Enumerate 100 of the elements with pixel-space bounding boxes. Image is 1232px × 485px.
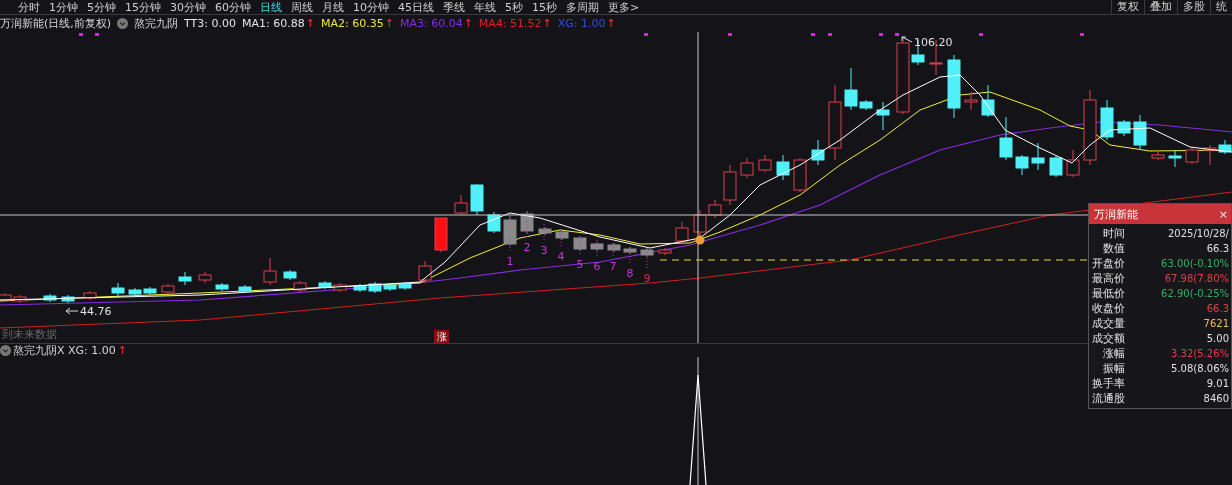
field-label: 收盘价 xyxy=(1092,301,1125,316)
period-tab[interactable]: 分时 xyxy=(18,0,40,15)
chevron-circle-icon[interactable] xyxy=(117,18,129,29)
candlestick xyxy=(640,247,654,258)
period-tab[interactable]: 15分钟 xyxy=(125,0,161,15)
field-value: 3.32(5.26% xyxy=(1170,347,1229,361)
candlestick xyxy=(13,294,27,304)
field-value: 5.08(8.06% xyxy=(1170,362,1229,376)
candlestick xyxy=(555,228,569,241)
field-label: 流通股 xyxy=(1092,391,1125,406)
candlestick xyxy=(538,226,552,236)
candlestick xyxy=(1066,149,1080,178)
field-label: 换手率 xyxy=(1092,376,1125,391)
period-tab[interactable]: 多周期 xyxy=(566,0,599,15)
candlestick xyxy=(1185,146,1199,165)
field-value: 62.90(-0.25% xyxy=(1160,287,1229,301)
candlestick xyxy=(238,284,252,294)
dotted-leader-line xyxy=(543,223,545,243)
field-label: 振幅 xyxy=(1102,361,1125,376)
chevron-circle-icon[interactable] xyxy=(0,345,11,356)
period-tab[interactable]: 更多> xyxy=(608,0,640,15)
dotted-leader-line xyxy=(526,220,528,240)
candlestick xyxy=(215,282,229,292)
field-value: 9.01 xyxy=(1205,377,1229,391)
up-arrow-icon: ↑ xyxy=(305,17,315,30)
period-tab[interactable]: 1分钟 xyxy=(49,0,78,15)
close-button[interactable]: × xyxy=(1218,207,1228,221)
toolbar-button[interactable]: 多股 xyxy=(1177,0,1210,15)
period-tab[interactable]: 年线 xyxy=(474,0,496,15)
candlestick xyxy=(1168,149,1182,168)
period-tab[interactable]: 30分钟 xyxy=(170,0,206,15)
candlestick xyxy=(418,260,432,284)
period-tab[interactable]: 周线 xyxy=(291,0,313,15)
sequence-number: 6 xyxy=(593,260,601,273)
candlestick xyxy=(487,211,501,234)
indicator-value: MA3: 60.04 xyxy=(399,17,463,30)
candlestick xyxy=(293,280,307,293)
candlestick xyxy=(876,101,890,131)
dotted-leader-line xyxy=(509,234,511,254)
candlestick xyxy=(1133,114,1147,151)
dotted-leader-line xyxy=(612,239,614,259)
period-tab[interactable]: 60分钟 xyxy=(215,0,251,15)
field-value: 8460 xyxy=(1202,392,1229,406)
candlestick xyxy=(811,139,825,166)
period-tab[interactable]: 10分钟 xyxy=(353,0,389,15)
field-value: 63.00(-0.10% xyxy=(1160,257,1229,271)
candlestick xyxy=(178,271,192,286)
sequence-number: 1 xyxy=(506,255,514,268)
candlestick xyxy=(1218,139,1232,155)
toolbar-button[interactable]: 叠加 xyxy=(1144,0,1177,15)
candlestick xyxy=(333,282,347,293)
candlestick xyxy=(1151,149,1165,161)
sequence-number: 7 xyxy=(609,260,617,273)
candlestick xyxy=(590,241,604,252)
period-tab[interactable]: 15秒 xyxy=(532,0,557,15)
cursor-marker-icon xyxy=(695,235,705,245)
candlestick xyxy=(623,246,637,255)
dotted-leader-line xyxy=(579,237,581,257)
dotted-leader-line xyxy=(646,251,648,271)
candlestick xyxy=(693,209,707,237)
toolbar-button[interactable]: 统 xyxy=(1210,0,1232,15)
candlestick xyxy=(999,116,1013,161)
sequence-number: 2 xyxy=(523,241,531,254)
field-label: 成交量 xyxy=(1092,316,1125,331)
candlestick xyxy=(470,183,484,216)
field-value: 67.98(7.80% xyxy=(1163,272,1229,286)
candlestick xyxy=(1117,119,1131,137)
period-tab[interactable]: 季线 xyxy=(443,0,465,15)
candlestick xyxy=(658,247,672,256)
period-tab[interactable]: 5分钟 xyxy=(87,0,116,15)
period-tab[interactable]: 45日线 xyxy=(398,0,434,15)
candlestick xyxy=(161,283,175,295)
up-arrow-icon: ↑ xyxy=(384,17,394,30)
indicator-legend: 熬完九阴X XG: 1.00 xyxy=(13,343,116,358)
candlestick xyxy=(740,157,754,179)
candlestick xyxy=(964,91,978,111)
candlestick xyxy=(503,215,517,247)
future-data-note: 到未来数据 xyxy=(2,328,57,341)
period-tab[interactable]: 日线 xyxy=(260,0,282,15)
indicator-value: MA2: 60.35 xyxy=(321,17,384,30)
candlestick xyxy=(318,280,332,290)
indicator-value: MA4: 51.52 xyxy=(478,17,542,30)
period-tab[interactable]: 月线 xyxy=(322,0,344,15)
field-label: 成交额 xyxy=(1092,331,1125,346)
candlestick xyxy=(1203,144,1217,166)
period-tab[interactable]: 5秒 xyxy=(505,0,523,15)
field-value: 2025/10/28/ xyxy=(1167,227,1229,241)
toolbar-button[interactable]: 复权 xyxy=(1111,0,1144,15)
rise-badge: 涨 xyxy=(434,330,449,343)
candlestick xyxy=(83,290,97,301)
up-arrow-icon: ↑ xyxy=(606,17,616,30)
indicator-value: MA1: 60.88 xyxy=(242,17,305,30)
candlestick xyxy=(434,217,448,253)
indicator-name: 熬完九阴 xyxy=(134,16,179,31)
field-value: 5.00 xyxy=(1205,332,1229,346)
candlestick xyxy=(383,282,397,292)
candlestick xyxy=(128,287,142,297)
candlestick xyxy=(198,271,212,284)
sequence-number: 4 xyxy=(557,250,565,263)
high-pointer-icon xyxy=(901,36,913,43)
